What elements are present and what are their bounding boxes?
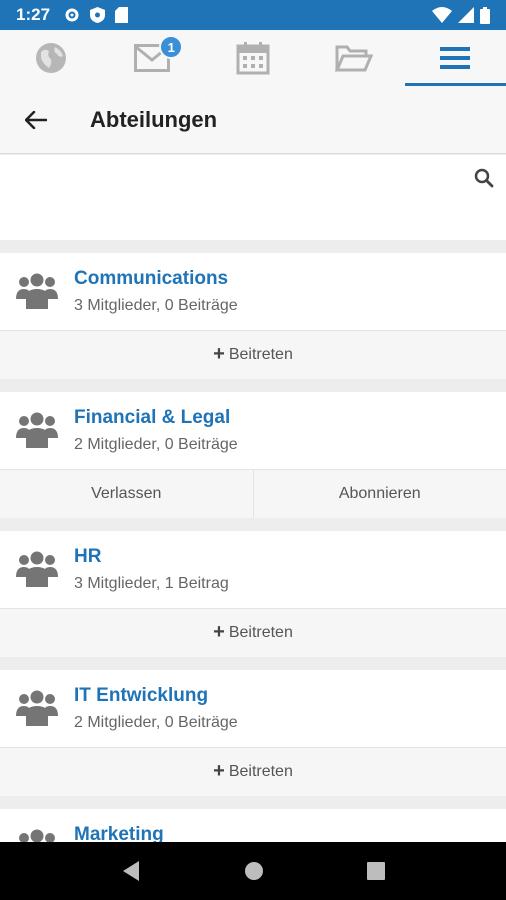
department-row[interactable]: IT Entwicklung 2 Mitglieder, 0 Beiträge (0, 670, 506, 747)
wifi-icon (432, 7, 452, 23)
unread-badge: 1 (159, 35, 184, 59)
status-time: 1:27 (16, 5, 51, 24)
department-name[interactable]: IT Entwicklung (74, 684, 238, 708)
subscribe-button[interactable]: Abonnieren (252, 470, 506, 518)
settings-icon (65, 8, 79, 22)
department-card: IT Entwicklung 2 Mitglieder, 0 Beiträge … (0, 670, 506, 796)
battery-icon (480, 6, 490, 24)
tab-files[interactable] (304, 30, 405, 86)
status-bar: 1:27 (0, 0, 506, 30)
department-card: HR 3 Mitglieder, 1 Beitrag + Beitreten (0, 531, 506, 657)
join-button[interactable]: + Beitreten (0, 609, 506, 657)
group-icon (16, 273, 58, 309)
department-name[interactable]: HR (74, 545, 229, 569)
calendar-icon (236, 42, 270, 75)
leave-button[interactable]: Verlassen (0, 470, 253, 518)
globe-icon (35, 43, 66, 73)
search-icon[interactable] (474, 168, 494, 188)
signal-icon (458, 7, 474, 23)
search-input[interactable] (16, 165, 456, 205)
folder-icon (335, 45, 374, 72)
department-row[interactable]: Communications 3 Mitglieder, 0 Beiträge (0, 253, 506, 330)
group-icon (16, 412, 58, 448)
department-meta: 3 Mitglieder, 1 Beitrag (74, 575, 229, 592)
plus-icon: + (213, 343, 225, 365)
sd-card-icon (115, 7, 129, 23)
department-card: Financial & Legal 2 Mitglieder, 0 Beiträ… (0, 392, 506, 518)
back-button[interactable] (0, 86, 72, 154)
plus-icon: + (213, 621, 225, 643)
nav-home-icon[interactable] (244, 861, 264, 881)
tab-messages[interactable]: 1 (101, 30, 202, 86)
department-meta: 2 Mitglieder, 0 Beiträge (74, 436, 238, 453)
department-name[interactable]: Financial & Legal (74, 406, 238, 430)
nav-back-icon[interactable] (121, 860, 141, 882)
department-row[interactable]: HR 3 Mitglieder, 1 Beitrag (0, 531, 506, 608)
page-header: Abteilungen (0, 86, 506, 154)
tab-activity[interactable] (0, 30, 101, 86)
tab-calendar[interactable] (202, 30, 303, 86)
system-nav-bar (0, 842, 506, 900)
tab-bar: 1 (0, 30, 506, 86)
department-name[interactable]: Communications (74, 267, 238, 291)
department-meta: 2 Mitglieder, 0 Beiträge (74, 714, 238, 731)
department-meta: 3 Mitglieder, 0 Beiträge (74, 297, 238, 314)
shield-icon (90, 7, 106, 23)
department-row[interactable]: Financial & Legal 2 Mitglieder, 0 Beiträ… (0, 392, 506, 469)
tab-menu[interactable] (404, 30, 506, 86)
plus-icon: + (213, 760, 225, 782)
department-list: Communications 3 Mitglieder, 0 Beiträge … (0, 253, 506, 899)
menu-icon (440, 47, 471, 69)
group-icon (16, 690, 58, 726)
group-icon (16, 551, 58, 587)
nav-recents-icon[interactable] (366, 862, 385, 880)
department-card: Communications 3 Mitglieder, 0 Beiträge … (0, 253, 506, 379)
join-button[interactable]: + Beitreten (0, 331, 506, 379)
page-title: Abteilungen (90, 106, 218, 132)
join-button[interactable]: + Beitreten (0, 748, 506, 796)
arrow-left-icon (25, 110, 47, 129)
search-area (0, 155, 506, 240)
